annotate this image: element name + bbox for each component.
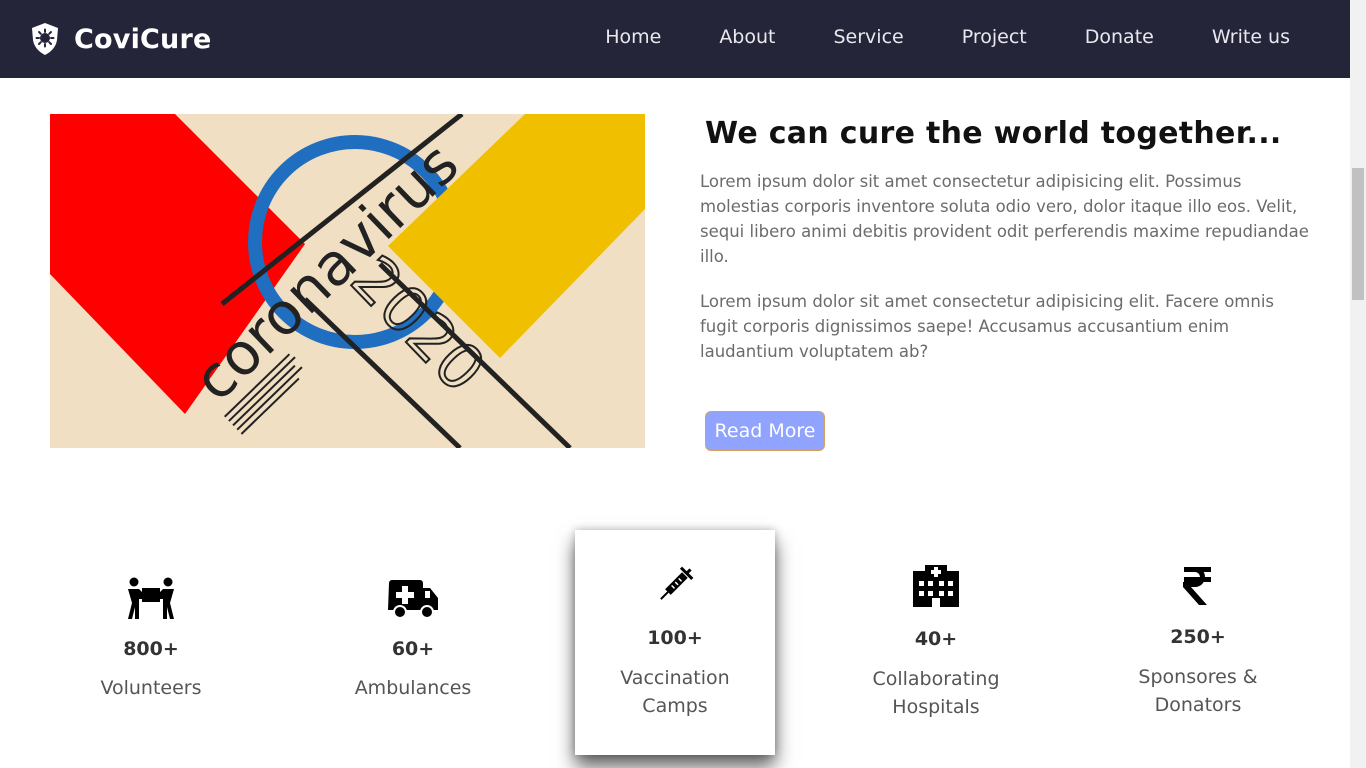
- stat-number: 250+: [1170, 626, 1226, 648]
- nav-project[interactable]: Project: [962, 26, 1027, 48]
- ambulance-icon: [388, 580, 438, 619]
- stat-label: Sponsores & Donators: [1138, 666, 1258, 716]
- stat-label: Vaccination Camps: [620, 667, 730, 717]
- rupee-icon: [1183, 567, 1211, 605]
- syringe-icon: [660, 566, 694, 600]
- hero-paragraph-2: Lorem ipsum dolor sit amet consectetur a…: [700, 292, 1275, 361]
- stat-ambulances: 60+ Ambulances: [313, 530, 513, 755]
- stat-number: 40+: [914, 628, 958, 650]
- hero-text: We can cure the world together... Lorem …: [700, 116, 1310, 364]
- nav-service[interactable]: Service: [834, 26, 904, 48]
- scrollbar-thumb[interactable]: [1352, 168, 1364, 300]
- stat-hospitals: 40+ Collaborating Hospitals: [836, 530, 1036, 755]
- stat-sponsors: 250+ Sponsores & Donators: [1098, 530, 1298, 755]
- poster-graphic: coronavirus 2020: [50, 114, 645, 448]
- brand-name: CoviCure: [74, 23, 212, 55]
- stat-label: Collaborating Hospitals: [872, 668, 1000, 718]
- stat-vaccination-camps[interactable]: 100+ Vaccination Camps: [575, 530, 775, 755]
- hero-heading: We can cure the world together...: [705, 116, 1282, 151]
- people-carry-icon: [128, 577, 174, 619]
- coronavirus-poster-image: coronavirus 2020: [50, 114, 645, 448]
- hospital-icon: [913, 565, 959, 607]
- stat-number: 800+: [123, 638, 179, 660]
- nav-links: Home About Service Project Donate Write …: [547, 26, 1290, 48]
- navbar: CoviCure Home About Service Project Dona…: [0, 0, 1350, 78]
- stat-number: 100+: [647, 627, 703, 649]
- nav-write-us[interactable]: Write us: [1212, 26, 1290, 48]
- stat-number: 60+: [391, 638, 435, 660]
- nav-donate[interactable]: Donate: [1085, 26, 1154, 48]
- nav-about[interactable]: About: [719, 26, 775, 48]
- nav-home[interactable]: Home: [605, 26, 661, 48]
- stat-volunteers: 800+ Volunteers: [51, 530, 251, 755]
- page-scrollbar[interactable]: [1350, 0, 1366, 768]
- hero-paragraph-1: Lorem ipsum dolor sit amet consectetur a…: [700, 172, 1309, 266]
- shield-virus-icon: [32, 23, 58, 55]
- stat-label: Volunteers: [100, 677, 202, 699]
- stat-label: Ambulances: [354, 677, 472, 699]
- brand[interactable]: CoviCure: [30, 22, 211, 56]
- read-more-button[interactable]: Read More: [705, 411, 825, 451]
